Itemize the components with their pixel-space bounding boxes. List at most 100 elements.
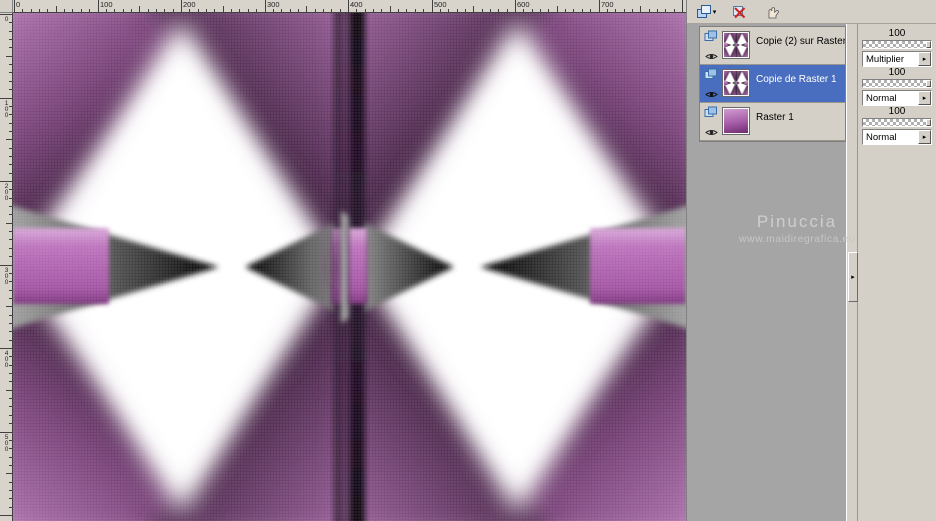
ruler-tick xyxy=(649,9,650,12)
layer-row-raster-1[interactable]: Raster 1 xyxy=(700,103,845,141)
ruler-tick xyxy=(156,9,157,12)
ruler-tick xyxy=(273,9,274,12)
ruler-tick xyxy=(9,507,12,508)
ruler-tick xyxy=(490,9,491,12)
layer-thumbnail[interactable] xyxy=(722,31,750,59)
ruler-tick xyxy=(0,348,12,349)
ruler-tick xyxy=(9,457,12,458)
ruler-tick xyxy=(256,9,257,12)
ruler-tick xyxy=(657,9,658,12)
layer-thumbnail[interactable] xyxy=(722,107,750,135)
image-canvas[interactable] xyxy=(13,13,687,521)
ruler-tick xyxy=(9,281,12,282)
ruler-tick xyxy=(9,423,12,424)
ruler-tick xyxy=(381,9,382,12)
layer-row-copie2-sur-raster[interactable]: Copie (2) sur Raster 1 xyxy=(700,27,845,65)
ruler-tick xyxy=(9,81,12,82)
edit-selection-icon xyxy=(768,6,779,18)
ruler-tick xyxy=(540,9,541,12)
ruler-tick xyxy=(248,9,249,12)
ruler-tick xyxy=(9,72,12,73)
edit-selection-button[interactable] xyxy=(760,2,784,22)
opacity-slider-thumb[interactable] xyxy=(926,80,931,87)
opacity-value: 100 xyxy=(888,67,906,78)
opacity-slider[interactable] xyxy=(862,40,932,49)
ruler-tick xyxy=(632,9,633,12)
ruler-tick xyxy=(9,356,12,357)
layer-name: Copie de Raster 1 xyxy=(756,74,837,85)
blend-mode-arrow-icon[interactable]: ▸ xyxy=(918,130,931,144)
ruler-label: 400 xyxy=(350,0,363,9)
ruler-tick xyxy=(231,9,232,12)
ruler-tick xyxy=(9,123,12,124)
expand-arrow-icon: ▸ xyxy=(851,274,855,281)
ruler-tick xyxy=(9,315,12,316)
top-ruler[interactable]: 0 100 200 300 400 500 600 700 xyxy=(13,0,686,13)
visibility-eye-icon[interactable] xyxy=(704,52,718,61)
ruler-label: 700 xyxy=(601,0,614,9)
blend-group-layer-2: 100 Normal ▸ xyxy=(860,67,934,106)
ruler-tick xyxy=(9,89,12,90)
visibility-eye-icon[interactable] xyxy=(704,128,718,137)
blend-group-layer-3: 100 Normal ▸ xyxy=(860,106,934,145)
ruler-tick xyxy=(640,6,641,12)
ruler-tick xyxy=(9,164,12,165)
ruler-tick xyxy=(9,398,12,399)
blend-mode-dropdown[interactable]: Normal ▸ xyxy=(862,129,932,145)
ruler-label: 3 0 0 xyxy=(4,267,9,286)
ruler-tick xyxy=(0,98,12,99)
ruler-tick xyxy=(189,9,190,12)
ruler-tick xyxy=(265,0,266,12)
opacity-slider-thumb[interactable] xyxy=(926,41,931,48)
ruler-tick xyxy=(0,432,12,433)
new-layer-button[interactable]: ▾ xyxy=(694,2,718,22)
opacity-slider[interactable] xyxy=(862,118,932,127)
ruler-tick xyxy=(6,306,12,307)
ruler-tick xyxy=(47,9,48,12)
palette-scrollbar[interactable]: ▸ xyxy=(846,24,858,521)
ruler-label: 2 0 0 xyxy=(4,183,9,202)
ruler-tick xyxy=(482,9,483,12)
ruler-tick xyxy=(39,9,40,12)
delete-layer-button[interactable] xyxy=(727,2,751,22)
layer-type-icon xyxy=(704,68,717,79)
ruler-tick xyxy=(31,9,32,12)
opacity-slider-thumb[interactable] xyxy=(926,119,931,126)
ruler-tick xyxy=(9,148,12,149)
blend-mode-value: Normal xyxy=(866,92,897,104)
blend-mode-arrow-icon[interactable]: ▸ xyxy=(918,52,931,66)
delete-layer-icon xyxy=(733,5,746,18)
new-layer-dropdown-icon[interactable]: ▾ xyxy=(713,8,717,16)
blend-mode-arrow-icon[interactable]: ▸ xyxy=(918,91,931,105)
ruler-tick xyxy=(9,114,12,115)
ruler-tick xyxy=(9,173,12,174)
ruler-tick xyxy=(6,139,12,140)
ruler-label: 1 0 0 xyxy=(4,100,9,119)
opacity-slider[interactable] xyxy=(862,79,932,88)
application-window: 0 100 200 300 400 500 600 700 0 1 0 0 2 0 0 3 0 0 4… xyxy=(0,0,936,521)
ruler-tick xyxy=(340,9,341,12)
ruler-tick xyxy=(498,9,499,12)
ruler-tick xyxy=(331,9,332,12)
left-ruler[interactable]: 01 0 02 0 03 0 04 0 05 0 0 xyxy=(0,13,13,521)
layer-thumbnail[interactable] xyxy=(722,69,750,97)
ruler-tick xyxy=(323,9,324,12)
ruler-tick xyxy=(432,0,433,12)
ruler-tick xyxy=(281,9,282,12)
ruler-tick xyxy=(98,0,99,12)
ruler-tick xyxy=(9,256,12,257)
ruler-tick xyxy=(9,156,12,157)
ruler-tick xyxy=(9,290,12,291)
ruler-tick xyxy=(164,9,165,12)
ruler-tick xyxy=(206,9,207,12)
ruler-tick xyxy=(56,6,57,12)
visibility-eye-icon[interactable] xyxy=(704,90,718,99)
scrollbar-thumb[interactable]: ▸ xyxy=(848,252,858,302)
blend-mode-dropdown[interactable]: Multiplier ▸ xyxy=(862,51,932,67)
blend-mode-dropdown[interactable]: Normal ▸ xyxy=(862,90,932,106)
ruler-tick xyxy=(9,131,12,132)
layer-row-copie-de-raster-1[interactable]: Copie de Raster 1 xyxy=(700,65,845,103)
ruler-tick xyxy=(139,6,140,12)
ruler-tick xyxy=(9,340,12,341)
ruler-label: 4 0 0 xyxy=(4,350,9,369)
